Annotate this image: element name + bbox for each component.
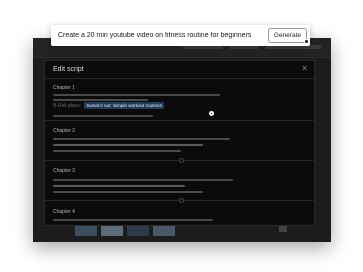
script-line[interactable] [53,138,230,140]
broll-row: B-Roll place: Sweat it out: Simple worko… [53,102,164,109]
script-line[interactable] [53,150,181,152]
prompt-input[interactable]: Create a 20 min youtube video on fitness… [51,32,268,39]
script-line[interactable] [53,191,203,193]
chapter-section: Chapter 4 [45,201,314,225]
chapter-section: Chapter 1 B-Roll place: Sweat it out: Si… [45,79,314,121]
script-line[interactable] [53,99,148,101]
cursor-icon [304,39,309,44]
chapter-section: Chapter 2 [45,121,314,163]
chapter-section: Chapter 3 [45,161,314,203]
script-line[interactable] [53,144,203,146]
script-line[interactable] [53,219,213,221]
chapter-title: Chapter 4 [53,209,75,215]
close-icon[interactable]: ✕ [301,65,308,73]
timeline-marker [279,226,287,232]
script-line[interactable] [53,185,185,187]
modal-header: Edit script ✕ [45,61,314,79]
script-line[interactable] [53,179,233,181]
cursor-icon [208,110,215,117]
chapter-title: Chapter 1 [53,85,75,91]
edit-script-modal: Edit script ✕ Chapter 1 B-Roll place: Sw… [44,60,315,226]
broll-chip[interactable]: Sweat it out: Simple workout routines [84,102,164,109]
broll-label: B-Roll place: [53,102,82,109]
script-line[interactable] [53,94,220,96]
modal-title: Edit script [53,66,84,73]
chapter-title: Chapter 2 [53,128,75,134]
chapter-title: Chapter 3 [53,168,75,174]
script-line[interactable] [53,115,153,117]
generate-button[interactable]: Generate [267,28,307,43]
prompt-bar: Create a 20 min youtube video on fitness… [51,25,310,46]
